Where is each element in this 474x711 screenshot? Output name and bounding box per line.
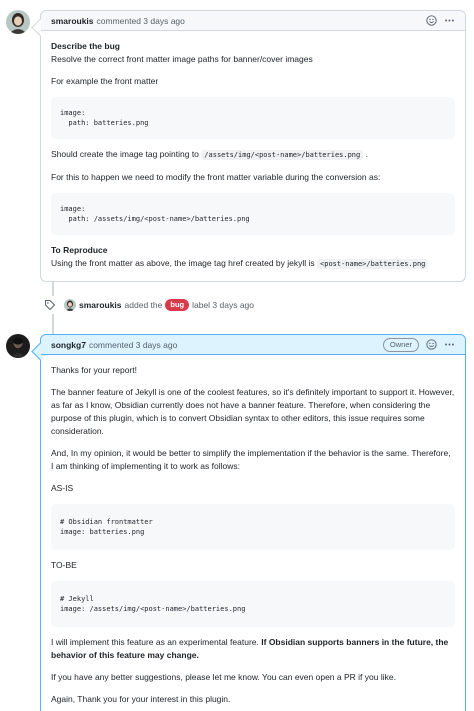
comment-body: Describe the bug Resolve the correct fro… bbox=[41, 31, 465, 281]
avatar[interactable] bbox=[6, 334, 30, 358]
code-block: image: path: /assets/img/<post-name>/bat… bbox=[51, 193, 455, 235]
kebab-icon[interactable] bbox=[443, 15, 455, 27]
label-event: smaroukis added the bug label 3 days ago bbox=[44, 296, 464, 314]
tag-icon bbox=[44, 299, 56, 311]
repro-text-body: Using the front matter as above, the ima… bbox=[51, 258, 315, 268]
owner-badge: Owner bbox=[382, 337, 419, 352]
comment-author[interactable]: songkg7 bbox=[51, 340, 86, 350]
comment-paragraph: I will implement this feature as an expe… bbox=[51, 636, 455, 662]
repro-text: Using the front matter as above, the ima… bbox=[51, 257, 455, 271]
comment-header: smaroukis commented 3 days ago bbox=[41, 11, 465, 31]
event-text-after: label 3 days ago bbox=[192, 300, 255, 310]
bug-text: Resolve the correct front matter image p… bbox=[51, 54, 313, 64]
comment-timestamp[interactable]: commented 3 days ago bbox=[97, 16, 185, 26]
smiley-icon[interactable] bbox=[425, 339, 437, 351]
event-text-before: added the bbox=[124, 300, 163, 310]
repro-heading: To Reproduce bbox=[51, 245, 108, 255]
inline-code: <post-name>/batteries.png bbox=[317, 259, 429, 269]
event-author[interactable]: smaroukis bbox=[79, 300, 122, 310]
bug-heading: Describe the bug bbox=[51, 41, 120, 51]
code-block: image: path: batteries.png bbox=[51, 97, 455, 139]
comment-header: songkg7 commented 3 days ago Owner bbox=[41, 335, 465, 355]
smiley-icon[interactable] bbox=[425, 15, 437, 27]
inline-code: /assets/img/<post-name>/batteries.png bbox=[201, 150, 364, 160]
p4-plain: I will implement this feature as an expe… bbox=[51, 637, 259, 647]
kebab-icon[interactable] bbox=[443, 339, 455, 351]
comment-timestamp[interactable]: commented 3 days ago bbox=[89, 340, 177, 350]
comment-author[interactable]: smaroukis bbox=[51, 16, 94, 26]
comment-body: Thanks for your report! The banner featu… bbox=[41, 355, 465, 711]
bug-label[interactable]: bug bbox=[165, 299, 190, 311]
avatar[interactable] bbox=[64, 299, 76, 311]
comment-card: smaroukis commented 3 days ago Describe … bbox=[40, 10, 466, 282]
code-block: # Jekyll image: /assets/img/<post-name>/… bbox=[51, 581, 455, 627]
comment-paragraph: The banner feature of Jekyll is one of t… bbox=[51, 387, 455, 436]
should-text-before: Should create the image tag pointing to bbox=[51, 149, 199, 159]
comment-card: songkg7 commented 3 days ago Owner Thank… bbox=[40, 334, 466, 711]
should-text: Should create the image tag pointing to … bbox=[51, 148, 455, 162]
as-is-label: AS-IS bbox=[51, 483, 74, 493]
code-block: # Obsidian frontmatter image: batteries.… bbox=[51, 504, 455, 550]
to-be-label: TO-BE bbox=[51, 560, 77, 570]
modify-text: For this to happen we need to modify the… bbox=[51, 172, 381, 182]
comment-paragraph: If you have any better suggestions, plea… bbox=[51, 672, 396, 682]
comment-paragraph: And, In my opinion, it would be better t… bbox=[51, 448, 451, 471]
should-text-after: . bbox=[365, 149, 368, 159]
comment-paragraph: Thanks for your report! bbox=[51, 365, 137, 375]
comment-paragraph: Again, Thank you for your interest in th… bbox=[51, 694, 231, 704]
avatar[interactable] bbox=[6, 10, 30, 34]
timeline-line bbox=[52, 314, 54, 334]
example-text: For example the front matter bbox=[51, 76, 159, 86]
